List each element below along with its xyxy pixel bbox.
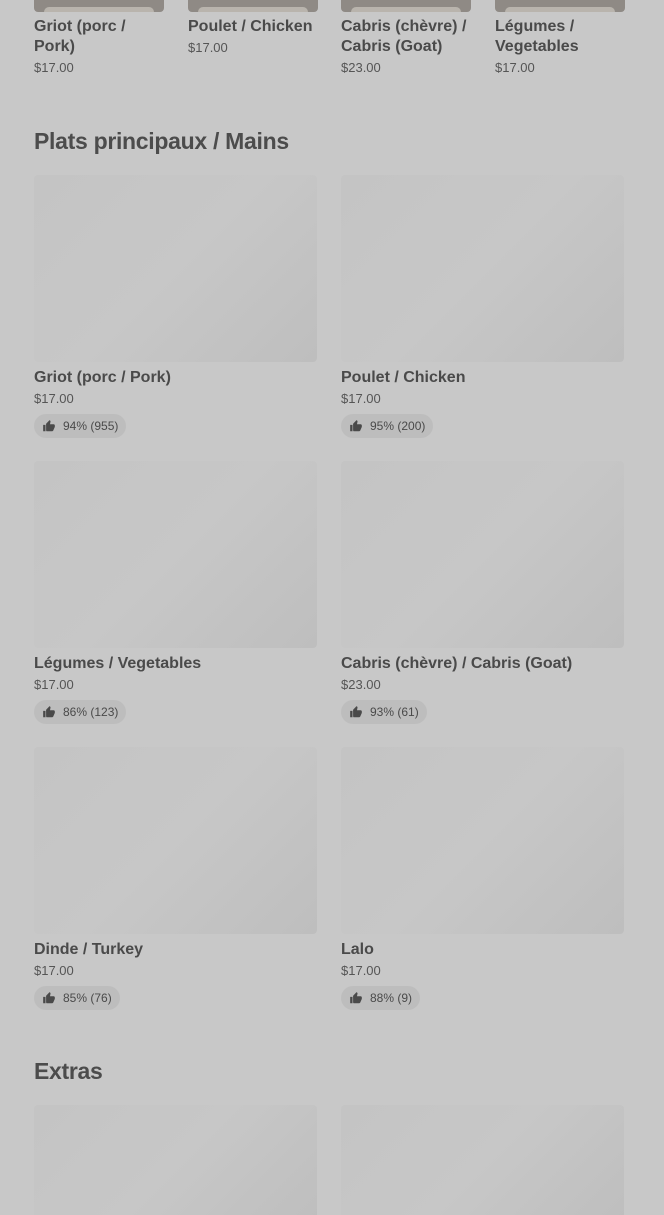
section-title-mains: Plats principaux / Mains bbox=[34, 128, 289, 154]
thumbs-up-icon bbox=[43, 706, 55, 718]
rating-badge: 88% (9) bbox=[341, 986, 421, 1010]
featured-item-card[interactable]: Griot (porc / Pork) $17.00 bbox=[34, 0, 164, 77]
thumbs-up-icon bbox=[350, 706, 362, 718]
rating-text: 88% (9) bbox=[370, 991, 413, 1005]
item-price: $17.00 bbox=[341, 391, 381, 406]
thumbs-up-icon bbox=[350, 992, 362, 1004]
rating-badge: 85% (76) bbox=[34, 986, 120, 1010]
item-image[interactable] bbox=[34, 175, 317, 362]
menu-item-card[interactable]: Lalo $17.00 88% (9) bbox=[341, 747, 624, 1010]
item-name: Griot (porc / Pork) bbox=[34, 18, 126, 55]
rating-text: 86% (123) bbox=[63, 705, 119, 719]
featured-item-card[interactable]: Légumes / Vegetables $17.00 bbox=[495, 0, 625, 77]
item-name: Cabris (chèvre) / Cabris (Goat) bbox=[341, 655, 573, 672]
thumbs-up-icon bbox=[43, 420, 55, 432]
featured-items-row: Griot (porc / Pork) $17.00 Poulet / Chic… bbox=[34, 0, 625, 90]
featured-item-card[interactable]: Poulet / Chicken $17.00 bbox=[188, 0, 318, 57]
rating-text: 85% (76) bbox=[63, 991, 112, 1005]
menu-item-card[interactable]: Cabris (chèvre) / Cabris (Goat) $23.00 9… bbox=[341, 461, 624, 724]
item-image[interactable] bbox=[341, 747, 624, 934]
item-thumbnail[interactable] bbox=[341, 0, 471, 12]
item-image[interactable] bbox=[341, 175, 624, 362]
item-price: $17.00 bbox=[188, 40, 228, 55]
rating-badge: 95% (200) bbox=[341, 414, 434, 438]
item-name: Dinde / Turkey bbox=[34, 941, 144, 958]
item-thumbnail[interactable] bbox=[188, 0, 318, 12]
thumbs-up-icon bbox=[43, 992, 55, 1004]
item-thumbnail[interactable] bbox=[495, 0, 625, 12]
item-name: Poulet / Chicken bbox=[188, 18, 313, 35]
menu-item-card[interactable]: Griot (porc / Pork) $17.00 94% (955) bbox=[34, 175, 317, 438]
rating-text: 95% (200) bbox=[370, 419, 426, 433]
item-price: $17.00 bbox=[34, 677, 74, 692]
item-name: Légumes / Vegetables bbox=[495, 18, 579, 55]
section-title-extras: Extras bbox=[34, 1058, 103, 1084]
rating-badge: 94% (955) bbox=[34, 414, 127, 438]
item-image[interactable] bbox=[341, 461, 624, 648]
item-image[interactable] bbox=[34, 747, 317, 934]
item-name: Lalo bbox=[341, 941, 374, 958]
item-price: $23.00 bbox=[341, 60, 381, 75]
rating-text: 93% (61) bbox=[370, 705, 419, 719]
featured-item-card[interactable]: Cabris (chèvre) / Cabris (Goat) $23.00 bbox=[341, 0, 471, 77]
item-price: $17.00 bbox=[34, 391, 74, 406]
item-price: $17.00 bbox=[34, 60, 74, 75]
item-name: Poulet / Chicken bbox=[341, 369, 466, 386]
item-price: $17.00 bbox=[341, 963, 381, 978]
menu-item-card[interactable]: Légumes / Vegetables $17.00 86% (123) bbox=[34, 461, 317, 724]
extra-item-card[interactable] bbox=[341, 1105, 624, 1215]
extra-item-card[interactable] bbox=[34, 1105, 317, 1215]
item-thumbnail[interactable] bbox=[34, 0, 164, 12]
item-name: Légumes / Vegetables bbox=[34, 655, 202, 672]
item-image[interactable] bbox=[34, 461, 317, 648]
item-price: $17.00 bbox=[495, 60, 535, 75]
rating-text: 94% (955) bbox=[63, 419, 119, 433]
menu-item-card[interactable]: Dinde / Turkey $17.00 85% (76) bbox=[34, 747, 317, 1010]
item-price: $23.00 bbox=[341, 677, 381, 692]
rating-badge: 93% (61) bbox=[341, 700, 427, 724]
item-price: $17.00 bbox=[34, 963, 74, 978]
rating-badge: 86% (123) bbox=[34, 700, 127, 724]
item-name: Griot (porc / Pork) bbox=[34, 369, 171, 386]
thumbs-up-icon bbox=[350, 420, 362, 432]
item-name: Cabris (chèvre) / Cabris (Goat) bbox=[341, 18, 467, 55]
menu-item-card[interactable]: Poulet / Chicken $17.00 95% (200) bbox=[341, 175, 624, 438]
